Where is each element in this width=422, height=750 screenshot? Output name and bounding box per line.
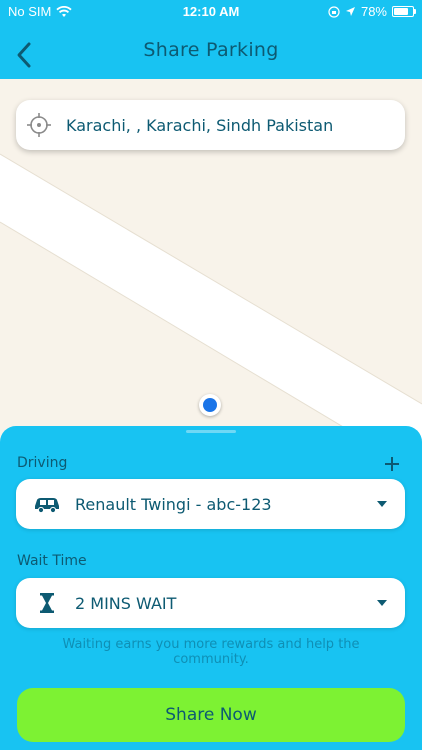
orientation-lock-icon	[328, 5, 340, 18]
battery-percentage: 78%	[360, 4, 387, 19]
share-now-button[interactable]: Share Now	[17, 688, 405, 742]
vehicle-value: Renault Twingi - abc-123	[75, 494, 272, 514]
bottom-sheet: Driving Renault Twingi - abc-123 Wait Ti…	[0, 426, 422, 750]
plus-icon[interactable]	[383, 455, 401, 473]
wait-hint-text: Waiting earns you more rewards and help …	[62, 637, 360, 667]
location-target-icon[interactable]	[26, 112, 52, 138]
vehicle-select[interactable]: Renault Twingi - abc-123	[16, 479, 405, 529]
driving-label: Driving	[17, 455, 68, 471]
status-bar: No SIM 12:10 AM 78%	[0, 0, 422, 22]
current-location-marker	[199, 394, 221, 416]
wait-time-select[interactable]: 2 MINS WAIT	[16, 578, 405, 628]
wait-time-value: 2 MINS WAIT	[75, 593, 177, 613]
dropdown-caret-icon[interactable]	[376, 500, 388, 508]
location-search-bar[interactable]: Karachi, , Karachi, Sindh Pakistan	[16, 100, 405, 150]
wait-time-label: Wait Time	[17, 553, 87, 569]
car-icon	[35, 498, 59, 513]
header-bar: No SIM 12:10 AM 78% Share Parking	[0, 0, 422, 79]
navigation-arrow-icon	[345, 7, 355, 16]
battery-icon	[392, 6, 416, 17]
page-title: Share Parking	[143, 39, 279, 61]
address-text[interactable]: Karachi, , Karachi, Sindh Pakistan	[66, 116, 333, 135]
dropdown-caret-icon[interactable]	[376, 599, 388, 607]
hourglass-icon	[40, 593, 54, 613]
sheet-handle[interactable]	[186, 430, 236, 433]
